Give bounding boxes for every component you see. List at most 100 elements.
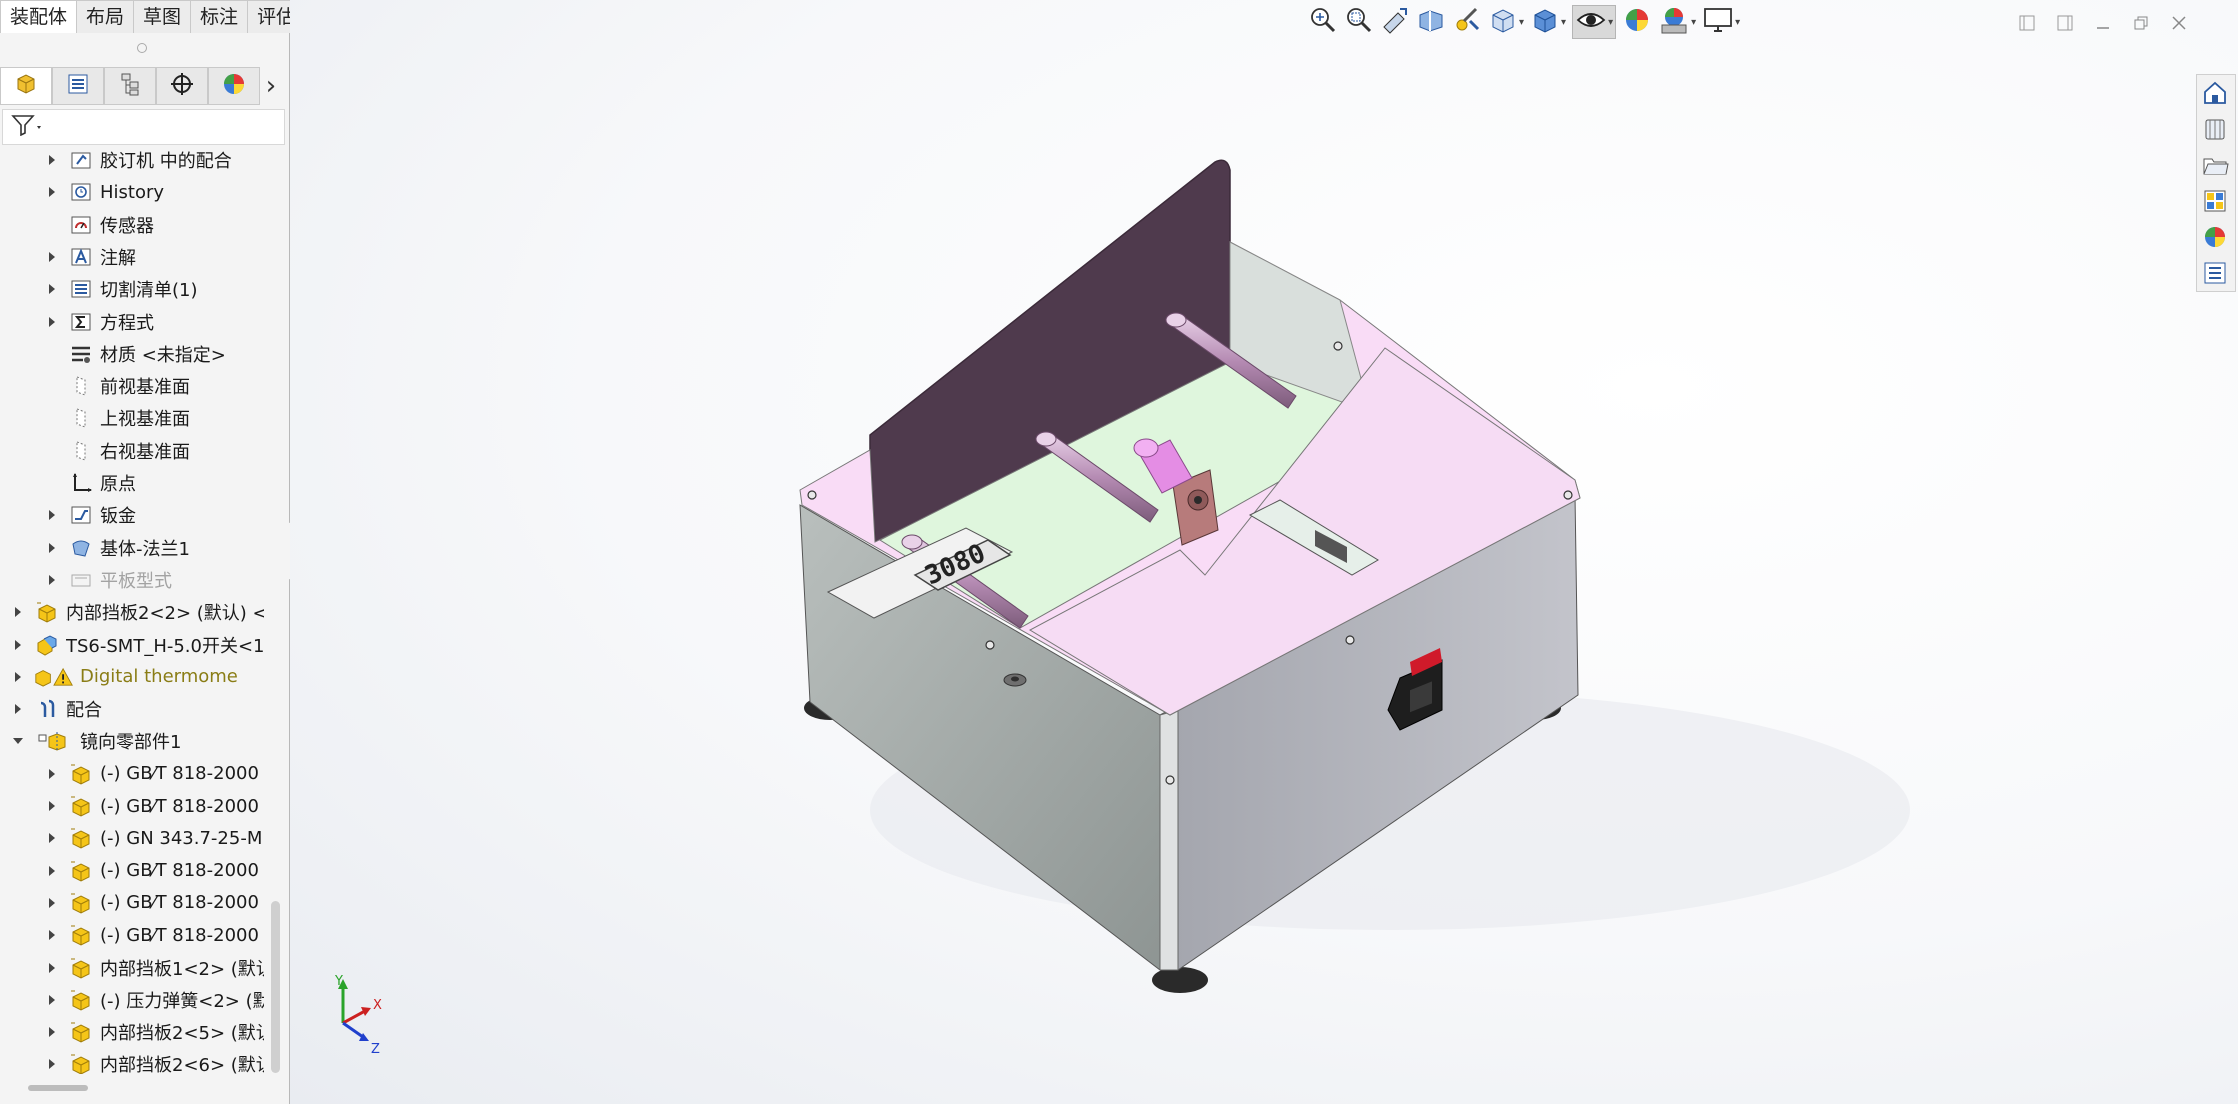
- dropdown-arrow-icon[interactable]: ▾: [1735, 17, 1740, 28]
- solidworks-resources-icon[interactable]: [2197, 75, 2233, 111]
- custom-properties-icon[interactable]: [2197, 255, 2233, 291]
- expand-arrow-icon[interactable]: [10, 637, 26, 653]
- display-manager-tab[interactable]: [208, 67, 260, 105]
- tree-item[interactable]: 内部挡板2<6> (默认: [44, 1048, 264, 1074]
- tree-item[interactable]: (-) GB⁄T 818-2000: [44, 790, 259, 822]
- view-orientation-button[interactable]: ▾: [1488, 5, 1524, 39]
- configuration-manager-tab[interactable]: [104, 67, 156, 105]
- tree-item[interactable]: 材质 <未指定>: [44, 338, 226, 370]
- expand-arrow-icon[interactable]: [44, 863, 60, 879]
- tree-item[interactable]: 镜向零部件1: [10, 725, 181, 757]
- expand-arrow-icon[interactable]: [10, 669, 26, 685]
- close-icon[interactable]: [2160, 10, 2198, 36]
- tree-item[interactable]: 右视基准面: [44, 435, 190, 467]
- tree-item[interactable]: 原点: [44, 467, 136, 499]
- tree-item[interactable]: 传感器: [44, 209, 154, 241]
- file-explorer-icon[interactable]: [2197, 147, 2233, 183]
- dropdown-arrow-icon[interactable]: ▾: [1519, 17, 1524, 28]
- tree-item[interactable]: (-) GB⁄T 818-2000: [44, 855, 259, 887]
- tree-item-label: (-) GB⁄T 818-2000: [100, 763, 259, 785]
- command-tab[interactable]: 装配体: [0, 0, 78, 33]
- tree-vertical-scrollbar[interactable]: [271, 901, 280, 1073]
- tree-item[interactable]: 切割清单(1): [44, 273, 198, 305]
- restore-icon[interactable]: [2122, 10, 2160, 36]
- collapse-arrow-icon[interactable]: [10, 733, 26, 749]
- dropdown-arrow-icon[interactable]: ▾: [1561, 17, 1566, 28]
- expand-arrow-icon[interactable]: [10, 701, 26, 717]
- apply-scene-button[interactable]: ▾: [1658, 5, 1696, 39]
- hide-show-items-button[interactable]: ▾: [1572, 5, 1617, 39]
- zoom-to-area-button[interactable]: [1344, 5, 1374, 39]
- tree-item[interactable]: (-) GB⁄T 818-2000: [44, 919, 259, 951]
- view-palette-icon[interactable]: [2197, 183, 2233, 219]
- previous-view-button[interactable]: [1380, 5, 1410, 39]
- tree-horizontal-scrollbar[interactable]: [28, 1085, 88, 1091]
- tree-item[interactable]: History: [44, 176, 164, 208]
- tree-item[interactable]: (-) GN 343.7-25-M: [44, 822, 262, 854]
- expand-arrow-icon[interactable]: [44, 960, 60, 976]
- command-tab[interactable]: 标注: [190, 0, 249, 33]
- tree-item[interactable]: 方程式: [44, 306, 154, 338]
- tree-item[interactable]: TS6-SMT_H-5.0开关<1: [10, 629, 264, 661]
- display-style-button[interactable]: ▾: [1530, 5, 1566, 39]
- tile-left-icon[interactable]: [2008, 10, 2046, 36]
- expand-arrow-icon[interactable]: [44, 507, 60, 523]
- tree-item[interactable]: Digital thermome: [10, 661, 238, 693]
- tree-filter[interactable]: [2, 109, 285, 145]
- dropdown-arrow-icon[interactable]: ▾: [1608, 17, 1613, 28]
- minimize-icon[interactable]: [2084, 10, 2122, 36]
- tree-item[interactable]: 内部挡板2<5> (默认: [44, 1016, 264, 1048]
- zoom-to-fit-button[interactable]: [1308, 5, 1338, 39]
- command-tab[interactable]: 草图: [133, 0, 192, 33]
- tree-item[interactable]: 配合: [10, 693, 102, 725]
- feature-manager-tab[interactable]: [0, 67, 52, 105]
- edit-appearance-button[interactable]: [1622, 5, 1652, 39]
- tree-item[interactable]: 基体-法兰1: [44, 532, 190, 564]
- tree-item[interactable]: 前视基准面: [44, 370, 190, 402]
- expand-arrow-icon[interactable]: [44, 572, 60, 588]
- tree-item[interactable]: 上视基准面: [44, 402, 190, 434]
- expand-arrow-icon[interactable]: [44, 1056, 60, 1072]
- expand-arrow-icon[interactable]: [10, 604, 26, 620]
- tree-item[interactable]: 注解: [44, 241, 136, 273]
- expand-arrow-icon[interactable]: [44, 992, 60, 1008]
- appearances-icon[interactable]: [2197, 219, 2233, 255]
- graphics-area[interactable]: ▾ ▾ ▾ ▾ ▾ 3080 Y X Z: [290, 0, 2238, 1104]
- dimxpert-tab[interactable]: [156, 67, 208, 105]
- tree-item[interactable]: 平板型式: [44, 564, 172, 596]
- property-manager-tab[interactable]: [52, 67, 104, 105]
- tree-item[interactable]: 钣金: [44, 499, 136, 531]
- expand-arrow-icon[interactable]: [44, 152, 60, 168]
- expand-arrow-icon[interactable]: [44, 927, 60, 943]
- expand-arrow-icon[interactable]: [44, 184, 60, 200]
- assembly-model[interactable]: 3080: [730, 150, 2090, 1020]
- tree-item-label: 镜向零部件1: [80, 732, 182, 754]
- tree-item[interactable]: (-) 压力弹簧<2> (默: [44, 984, 264, 1016]
- tree-item[interactable]: 内部挡板1<2> (默认: [44, 952, 264, 984]
- tile-right-icon[interactable]: [2046, 10, 2084, 36]
- view-settings-button[interactable]: ▾: [1702, 5, 1740, 39]
- expand-arrow-icon[interactable]: [44, 895, 60, 911]
- expand-arrow-icon[interactable]: [44, 1024, 60, 1040]
- dynamic-annotation-button[interactable]: [1452, 5, 1482, 39]
- command-tab[interactable]: 布局: [76, 0, 135, 33]
- expand-arrow-icon[interactable]: [44, 314, 60, 330]
- panel-tabs-more-button[interactable]: ›: [260, 67, 282, 105]
- expand-arrow-icon[interactable]: [44, 830, 60, 846]
- expand-arrow-icon[interactable]: [44, 281, 60, 297]
- panel-grip-icon[interactable]: [137, 43, 147, 53]
- expand-arrow-icon[interactable]: [44, 540, 60, 556]
- section-view-button[interactable]: [1416, 5, 1446, 39]
- filter-icon[interactable]: [11, 114, 45, 140]
- tree-item[interactable]: 胶订机 中的配合: [44, 144, 232, 176]
- part-icon: [68, 825, 94, 851]
- tree-item[interactable]: 内部挡板2<2> (默认) <: [10, 596, 264, 628]
- design-library-icon[interactable]: [2197, 111, 2233, 147]
- tree-item[interactable]: (-) GB⁄T 818-2000: [44, 758, 259, 790]
- dropdown-arrow-icon[interactable]: ▾: [1691, 17, 1696, 28]
- triad-y-label: Y: [334, 975, 343, 989]
- tree-item[interactable]: (-) GB⁄T 818-2000: [44, 887, 259, 919]
- expand-arrow-icon[interactable]: [44, 766, 60, 782]
- expand-arrow-icon[interactable]: [44, 249, 60, 265]
- expand-arrow-icon[interactable]: [44, 798, 60, 814]
